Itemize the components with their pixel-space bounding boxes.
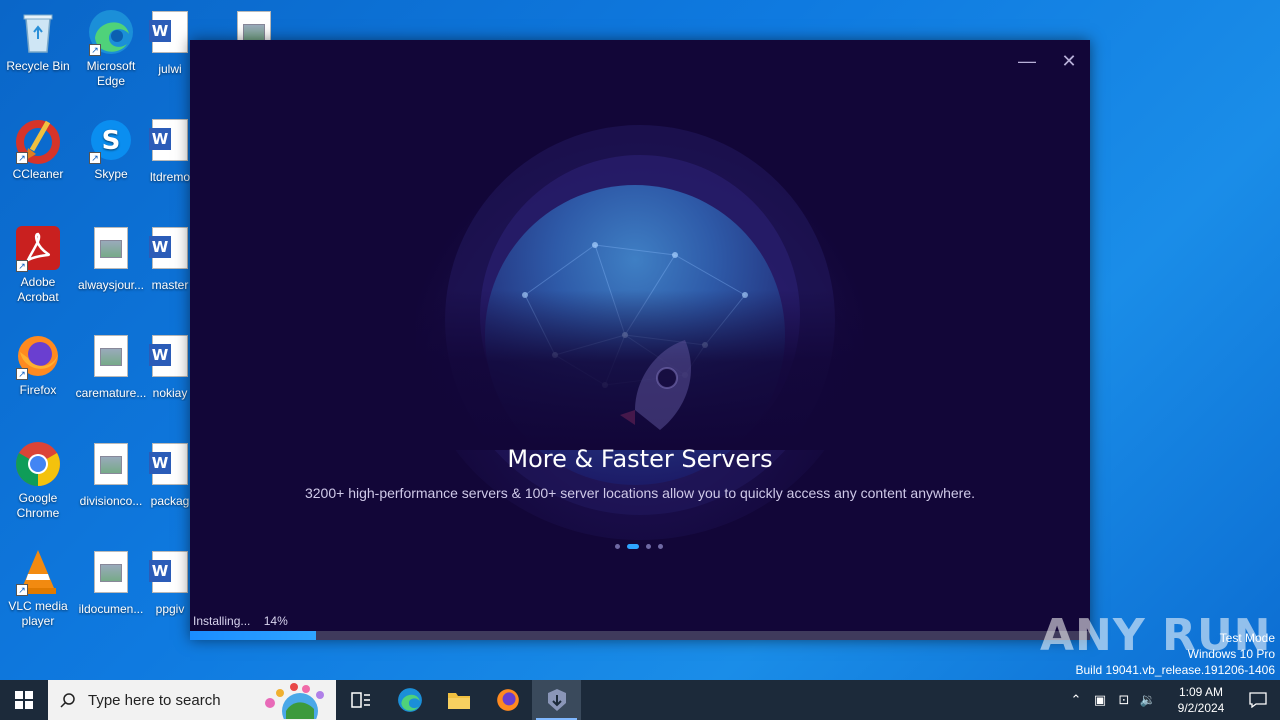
- ccleaner-icon: ↗: [14, 116, 62, 164]
- start-button[interactable]: [0, 680, 48, 720]
- progress-bar: [190, 631, 1090, 640]
- vlc-icon: ↗: [14, 548, 62, 596]
- shortcut-arrow-icon: ↗: [89, 44, 101, 56]
- desktop-icon-label: Adobe Acrobat: [17, 275, 59, 304]
- image-file-icon: [87, 227, 135, 275]
- notification-icon: [1249, 692, 1267, 708]
- slide-indicator: [615, 543, 663, 549]
- install-status: Installing... 14%: [193, 614, 298, 628]
- taskbar-file-explorer-button[interactable]: [434, 680, 483, 720]
- search-icon: [60, 693, 75, 708]
- word-doc-icon: W: [146, 11, 194, 59]
- desktop-icon-file[interactable]: caremature...: [73, 332, 149, 401]
- volume-icon[interactable]: 🔉: [1136, 692, 1160, 708]
- slide-dot[interactable]: [615, 543, 620, 549]
- status-label: Installing...: [193, 614, 251, 628]
- progress-fill: [190, 631, 316, 640]
- adobe-acrobat-icon: ↗: [14, 224, 62, 272]
- word-doc-icon: W: [146, 335, 194, 383]
- desktop-icon-file[interactable]: divisionco...: [73, 440, 149, 509]
- desktop-icon-label: Google Chrome: [16, 491, 60, 520]
- word-doc-icon: W: [146, 119, 194, 167]
- desktop-icon-microsoft-edge[interactable]: ↗ Microsoft Edge: [73, 8, 149, 89]
- slide-subtitle: 3200+ high-performance servers & 100+ se…: [304, 485, 976, 501]
- folder-icon: [447, 693, 470, 709]
- os-edition-line: Windows 10 Pro: [1187, 647, 1275, 661]
- notification-button[interactable]: [1236, 680, 1280, 720]
- system-tray: ⌃ ▣ ⊡ 🔉 1:09 AM 9/2/2024: [1064, 680, 1280, 720]
- desktop-icon-label: Firefox: [19, 383, 57, 397]
- desktop-icon-label: VLC media player: [8, 599, 68, 628]
- skype-icon: S ↗: [87, 116, 135, 164]
- meet-now-icon[interactable]: ▣: [1088, 692, 1112, 708]
- desktop-icon-firefox[interactable]: ↗ Firefox: [0, 332, 76, 398]
- desktop-icon-label: CCleaner: [12, 167, 64, 181]
- windows-logo-icon: [15, 691, 33, 709]
- taskbar-edge-button[interactable]: [385, 680, 434, 720]
- edge-icon: ↗: [87, 8, 135, 56]
- recycle-bin-icon: [14, 8, 62, 56]
- slide-dot[interactable]: [646, 543, 651, 549]
- desktop-icon-label: divisionco...: [79, 494, 143, 508]
- desktop-icon-vlc[interactable]: ↗ VLC media player: [0, 548, 76, 629]
- desktop-icon-label: caremature...: [75, 386, 147, 400]
- network-icon[interactable]: ⊡: [1112, 692, 1136, 708]
- search-placeholder: Type here to search: [88, 691, 221, 709]
- image-file-icon: [87, 335, 135, 383]
- desktop-icon-label: Recycle Bin: [6, 59, 70, 73]
- task-view-button[interactable]: [336, 680, 385, 720]
- desktop-icon-file[interactable]: alwaysjour...: [73, 224, 149, 293]
- desktop-icon-recycle-bin[interactable]: Recycle Bin: [0, 8, 76, 74]
- taskbar-search[interactable]: Type here to search: [48, 680, 336, 720]
- firefox-icon: [496, 689, 519, 711]
- minimize-button[interactable]: —: [1012, 48, 1042, 74]
- taskbar-clock[interactable]: 1:09 AM 9/2/2024: [1166, 684, 1236, 716]
- desktop-icon-ccleaner[interactable]: ↗ CCleaner: [0, 116, 76, 182]
- image-file-icon: [87, 551, 135, 599]
- task-view-icon: [350, 692, 370, 708]
- test-mode-line: Test Mode: [1219, 631, 1275, 645]
- word-doc-icon: W: [146, 227, 194, 275]
- shortcut-arrow-icon: ↗: [16, 368, 28, 380]
- taskbar: Type here to search ⌃ ▣ ⊡ 🔉 1:09 AM 9/2/…: [0, 680, 1280, 720]
- chrome-icon: [14, 440, 62, 488]
- close-button[interactable]: ✕: [1054, 48, 1084, 74]
- installer-window: — ✕ More & Faster Servers 3200+ high-per…: [190, 40, 1090, 640]
- desktop-icon-google-chrome[interactable]: Google Chrome: [0, 440, 76, 521]
- shortcut-arrow-icon: ↗: [16, 260, 28, 272]
- search-highlight-icon: [265, 683, 324, 719]
- word-doc-icon: W: [146, 443, 194, 491]
- taskbar-firefox-button[interactable]: [483, 680, 532, 720]
- desktop-icon-label: Skype: [94, 167, 128, 181]
- taskbar-installer-button[interactable]: [532, 680, 581, 720]
- slide-title: More & Faster Servers: [507, 445, 773, 473]
- installer-app-icon: [547, 689, 566, 711]
- clock-date: 9/2/2024: [1177, 701, 1225, 715]
- desktop-icon-adobe-acrobat[interactable]: ↗ Adobe Acrobat: [0, 224, 76, 305]
- svg-text:S: S: [102, 126, 121, 156]
- test-mode-watermark: Test Mode Windows 10 Pro Build 19041.vb_…: [1076, 630, 1276, 678]
- slide-dot[interactable]: [627, 543, 639, 549]
- desktop-icon-file[interactable]: ildocumen...: [73, 548, 149, 617]
- rocket-icon: [615, 330, 705, 450]
- firefox-icon: ↗: [14, 332, 62, 380]
- word-doc-icon: W: [146, 551, 194, 599]
- desktop-icon-label: alwaysjour...: [77, 278, 145, 292]
- progress-percent: 14%: [263, 614, 288, 628]
- desktop-icon-label: Microsoft Edge: [86, 59, 136, 88]
- edge-icon: [397, 688, 422, 712]
- chevron-up-icon[interactable]: ⌃: [1064, 692, 1088, 708]
- desktop-icon-skype[interactable]: S ↗ Skype: [73, 116, 149, 182]
- slide-dot[interactable]: [658, 543, 663, 549]
- shortcut-arrow-icon: ↗: [16, 152, 28, 164]
- clock-time: 1:09 AM: [1178, 685, 1224, 699]
- shortcut-arrow-icon: ↗: [89, 152, 101, 164]
- build-line: Build 19041.vb_release.191206-1406: [1075, 663, 1276, 677]
- image-file-icon: [87, 443, 135, 491]
- shortcut-arrow-icon: ↗: [16, 584, 28, 596]
- desktop-icon-label: ildocumen...: [78, 602, 144, 616]
